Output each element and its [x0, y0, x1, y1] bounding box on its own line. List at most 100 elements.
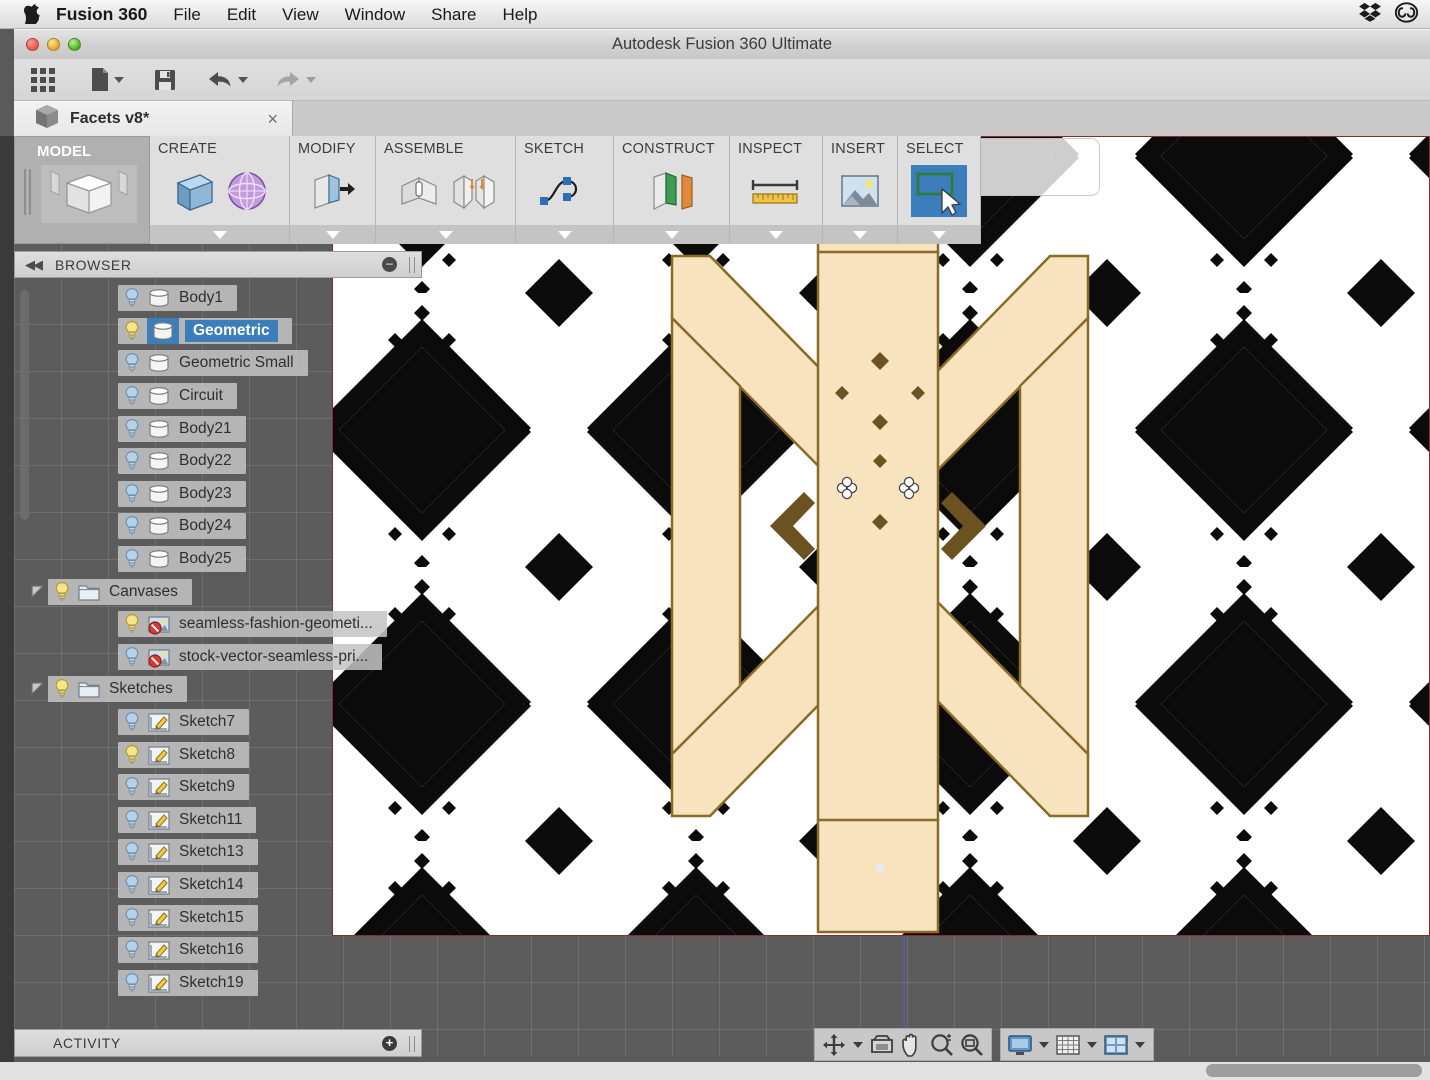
tree-item[interactable]: Sketches [48, 676, 187, 703]
resize-grip-icon[interactable] [409, 1036, 415, 1052]
visibility-bulb-icon[interactable] [122, 548, 142, 570]
tree-item[interactable]: Sketch9 [118, 774, 250, 801]
extrude-box-icon[interactable] [169, 167, 217, 215]
activity-header[interactable]: ACTIVITY + [14, 1029, 422, 1057]
tree-item[interactable]: Sketch16 [118, 937, 258, 964]
redo-icon[interactable] [268, 62, 322, 98]
visibility-bulb-icon[interactable] [122, 744, 142, 766]
panel-expand-insert[interactable] [823, 225, 897, 244]
panel-expand-inspect[interactable] [730, 225, 822, 244]
close-icon[interactable]: × [267, 109, 278, 130]
collapse-left-icon[interactable]: ◀◀ [25, 257, 43, 273]
fit-window-icon[interactable] [957, 1030, 987, 1059]
grid-snaps-icon[interactable] [1053, 1030, 1083, 1059]
chevron-down-icon[interactable] [853, 1041, 863, 1048]
pan-hand-icon[interactable] [897, 1030, 927, 1059]
resize-grip-icon[interactable] [409, 257, 415, 273]
tree-item[interactable]: Sketch15 [118, 904, 258, 931]
zoom-icon[interactable] [927, 1030, 957, 1059]
browser-header[interactable]: ◀◀ BROWSER – [14, 251, 422, 278]
tree-row[interactable]: Canvases [14, 575, 424, 608]
tree-row[interactable]: Sketch11 [14, 804, 424, 837]
tree-item[interactable]: Circuit [118, 383, 237, 410]
undo-icon[interactable] [200, 62, 254, 98]
insert-canvas-icon[interactable] [836, 167, 884, 215]
chevron-down-icon[interactable] [1087, 1041, 1097, 1048]
tree-item[interactable]: seamless-fashion-geometi... [118, 611, 387, 638]
tree-item[interactable]: Sketch19 [118, 969, 258, 996]
as-built-joint-icon[interactable] [449, 167, 497, 215]
chevron-down-icon[interactable] [238, 76, 248, 83]
menu-item-edit[interactable]: Edit [214, 0, 269, 29]
joint-icon[interactable] [395, 167, 443, 215]
panel-expand-assemble[interactable] [376, 225, 515, 244]
tree-row[interactable]: Sketch8 [14, 738, 424, 771]
visibility-bulb-icon[interactable] [122, 352, 142, 374]
tree-row[interactable]: Sketch9 [14, 771, 424, 804]
dropbox-icon[interactable] [1359, 2, 1381, 27]
apple-logo-icon[interactable] [22, 3, 42, 25]
horizontal-scrollbar-thumb[interactable] [1206, 1064, 1422, 1077]
chevron-down-icon[interactable] [306, 76, 316, 83]
new-document-icon[interactable] [84, 62, 130, 98]
visibility-bulb-icon[interactable] [122, 320, 142, 342]
offset-plane-icon[interactable] [644, 167, 700, 215]
tree-item[interactable]: Body1 [118, 285, 237, 312]
viewports-icon[interactable] [1101, 1030, 1131, 1059]
tree-row[interactable]: Body1 [14, 282, 424, 315]
tree-item[interactable]: Body21 [118, 415, 246, 442]
visibility-bulb-icon[interactable] [122, 483, 142, 505]
app-grid-icon[interactable] [24, 62, 62, 98]
visibility-bulb-icon[interactable] [122, 841, 142, 863]
visibility-bulb-icon[interactable] [122, 450, 142, 472]
visibility-bulb-icon[interactable] [122, 711, 142, 733]
visibility-bulb-icon[interactable] [122, 874, 142, 896]
tree-row[interactable]: Sketch19 [14, 966, 424, 999]
panel-expand-construct[interactable] [614, 225, 729, 244]
menu-item-view[interactable]: View [269, 0, 332, 29]
tree-row[interactable]: Sketches [14, 673, 424, 706]
tree-row[interactable]: Body23 [14, 478, 424, 511]
workspace-switcher-model[interactable]: MODEL [14, 136, 150, 244]
spline-icon[interactable] [537, 167, 593, 215]
tree-row[interactable]: stock-vector-seamless-pri... [14, 641, 424, 674]
visibility-bulb-icon[interactable] [122, 776, 142, 798]
visibility-bulb-icon[interactable] [122, 972, 142, 994]
menu-brand-fusion360[interactable]: Fusion 360 [42, 0, 160, 29]
press-pull-icon[interactable] [309, 167, 357, 215]
display-settings-icon[interactable] [1005, 1030, 1035, 1059]
tree-row[interactable]: Sketch15 [14, 901, 424, 934]
visibility-bulb-icon[interactable] [122, 809, 142, 831]
tree-row[interactable]: Body21 [14, 412, 424, 445]
panel-expand-create[interactable] [150, 225, 289, 244]
tree-row[interactable]: Sketch16 [14, 934, 424, 967]
tree-item[interactable]: Body25 [118, 546, 246, 573]
orbit-icon[interactable] [819, 1030, 849, 1059]
tree-item[interactable]: Geometric [118, 317, 292, 344]
tree-item[interactable]: Body22 [118, 448, 246, 475]
tree-item[interactable]: Sketch11 [118, 806, 257, 833]
menu-item-share[interactable]: Share [418, 0, 489, 29]
tree-row[interactable]: Geometric [14, 315, 424, 348]
expand-twisty-icon[interactable] [30, 584, 46, 600]
tree-row[interactable]: Sketch14 [14, 869, 424, 902]
tree-item[interactable]: Body24 [118, 513, 246, 540]
add-icon[interactable]: + [382, 1036, 397, 1051]
sculpt-sphere-icon[interactable] [223, 167, 271, 215]
tree-row[interactable]: Sketch13 [14, 836, 424, 869]
tab-facets-v8[interactable]: Facets v8* × [14, 101, 293, 136]
menu-item-window[interactable]: Window [332, 0, 418, 29]
tree-row[interactable]: Body24 [14, 510, 424, 543]
creative-cloud-icon[interactable] [1394, 1, 1419, 28]
look-at-icon[interactable] [867, 1030, 897, 1059]
tree-item[interactable]: Geometric Small [118, 350, 308, 377]
expand-twisty-icon[interactable] [30, 681, 46, 697]
minimize-icon[interactable]: – [382, 257, 397, 272]
visibility-bulb-icon[interactable] [122, 287, 142, 309]
ribbon-grip-icon[interactable] [24, 169, 31, 215]
tree-item[interactable]: Body23 [118, 480, 246, 507]
visibility-bulb-icon[interactable] [122, 418, 142, 440]
tree-item[interactable]: stock-vector-seamless-pri... [118, 643, 383, 670]
panel-expand-modify[interactable] [290, 225, 375, 244]
panel-expand-sketch[interactable] [516, 225, 613, 244]
